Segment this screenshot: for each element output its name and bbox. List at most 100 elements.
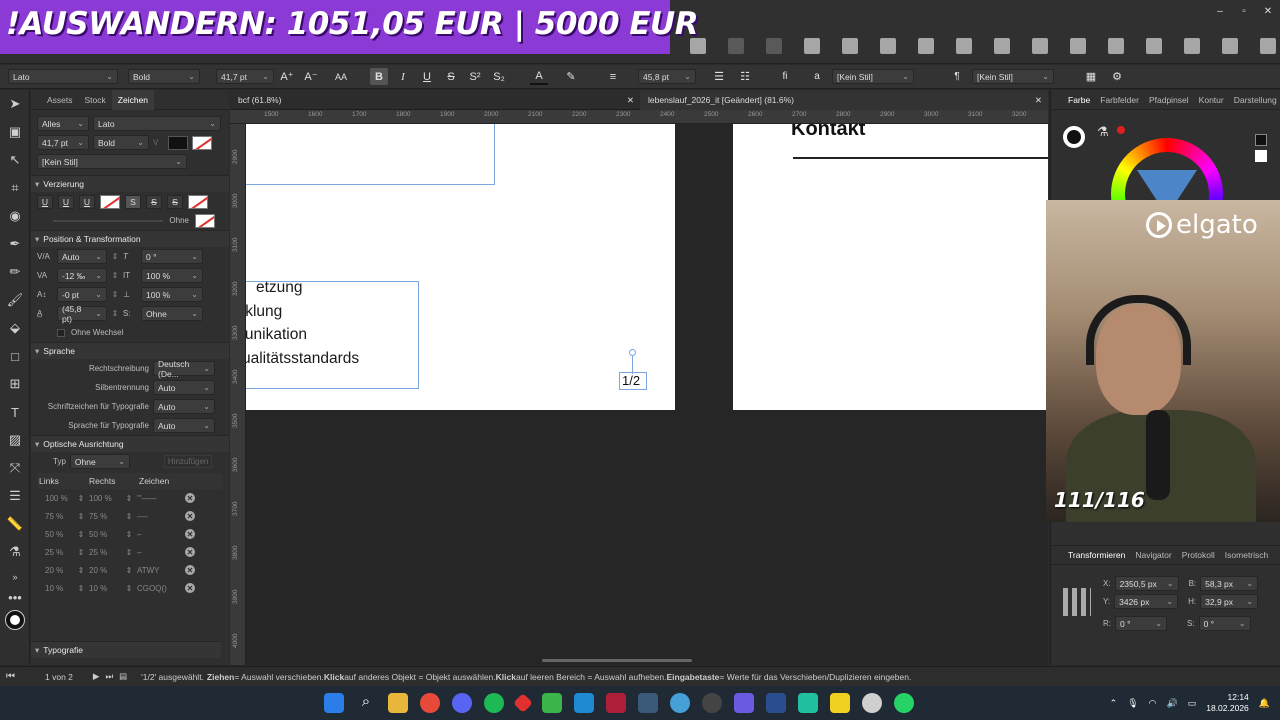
tab-stock[interactable]: Stock: [79, 95, 112, 105]
underline-color-swatch[interactable]: [100, 194, 120, 209]
battery-icon[interactable]: ▭: [1188, 698, 1197, 709]
eyedropper-icon[interactable]: ⚗: [1097, 124, 1109, 140]
pen-tool-icon[interactable]: ✒: [0, 230, 30, 258]
close-button[interactable]: ✕: [1256, 0, 1280, 22]
typo-lang-select[interactable]: Auto: [153, 418, 215, 433]
boolean-intersect-icon[interactable]: [1146, 38, 1162, 54]
artboard-tool-icon[interactable]: ▣: [0, 118, 30, 146]
typ-select[interactable]: Ohne: [69, 454, 130, 469]
order-front-icon[interactable]: [804, 38, 820, 54]
table-tool-icon[interactable]: ☰: [0, 482, 30, 510]
table-row[interactable]: 50 % ⇕ 50 % ⇕ – ✕: [31, 525, 229, 543]
thick-underline-toggle[interactable]: U: [79, 194, 95, 209]
transform-tool-icon[interactable]: ⤧: [0, 454, 30, 482]
rotation-field[interactable]: 0 °: [1115, 616, 1167, 631]
style-field[interactable]: Bold: [93, 135, 149, 150]
fill-tool-icon[interactable]: ⬙: [0, 314, 30, 342]
chatgpt-icon[interactable]: [862, 693, 882, 713]
view-tool-icon[interactable]: ◉: [0, 202, 30, 230]
tab-pfadpinsel[interactable]: Pfadpinsel: [1144, 95, 1194, 105]
font-style-select[interactable]: Bold: [128, 69, 200, 84]
tray-chevron-icon[interactable]: ⌃: [1110, 698, 1118, 709]
frame-text-tool-icon[interactable]: ⊞: [0, 370, 30, 398]
tab-isometrisch[interactable]: Isometrisch: [1220, 550, 1273, 560]
app-purple-icon[interactable]: [734, 693, 754, 713]
tab-protokoll[interactable]: Protokoll: [1177, 550, 1220, 560]
image-tool-icon[interactable]: ▨: [0, 426, 30, 454]
wifi-icon[interactable]: ◠: [1149, 698, 1157, 709]
maximize-button[interactable]: ▫: [1232, 0, 1256, 22]
double-underline-toggle[interactable]: U: [58, 194, 74, 209]
width-field[interactable]: 58,3 px: [1200, 576, 1259, 591]
remove-row-icon[interactable]: ✕: [185, 511, 195, 521]
snap-options-icon[interactable]: [994, 38, 1010, 54]
strike3-toggle[interactable]: S: [167, 194, 183, 209]
table-row[interactable]: 25 % ⇕ 25 % ⇕ – ✕: [31, 543, 229, 561]
section-optische[interactable]: Optische Ausrichtung: [31, 435, 229, 452]
tab-transformieren[interactable]: Transformieren: [1063, 550, 1130, 560]
align-left-icon[interactable]: ≡: [604, 68, 622, 85]
last-page-icon[interactable]: ⏭: [105, 671, 113, 682]
distribute-icon[interactable]: [728, 38, 744, 54]
char-style-field[interactable]: [Kein Stil]: [37, 154, 187, 169]
no-break-checkbox[interactable]: [57, 328, 65, 337]
start-icon[interactable]: [324, 693, 344, 713]
table-row[interactable]: 20 % ⇕ 20 % ⇕ ATWY ✕: [31, 561, 229, 579]
hyphenation-select[interactable]: Auto: [153, 380, 215, 395]
font-size-select[interactable]: 41,7 pt: [216, 69, 274, 84]
chrome-icon[interactable]: [420, 693, 440, 713]
app-bar-icon[interactable]: [766, 693, 786, 713]
line-slider[interactable]: [53, 219, 164, 222]
caps-field[interactable]: Ohne: [141, 306, 203, 321]
section-verzierung[interactable]: Verzierung: [31, 175, 229, 192]
boolean-xor-icon[interactable]: [1184, 38, 1200, 54]
italic-button[interactable]: I: [394, 68, 412, 85]
rotate-handle[interactable]: [629, 349, 636, 356]
tracking-field[interactable]: Auto: [57, 249, 107, 264]
text-fill-swatch[interactable]: [168, 135, 189, 150]
first-page-icon[interactable]: ⏮: [6, 671, 15, 682]
expand-tools-icon[interactable]: »: [0, 566, 30, 588]
underline-button[interactable]: U: [418, 68, 436, 85]
section-position[interactable]: Position & Transformation: [31, 230, 229, 247]
order-backward-icon[interactable]: [880, 38, 896, 54]
node-tool-icon[interactable]: ↖: [0, 146, 30, 174]
strikethrough-button[interactable]: S: [442, 68, 460, 85]
text-stroke-swatch[interactable]: [192, 135, 213, 150]
steam-icon[interactable]: [638, 693, 658, 713]
search-icon[interactable]: ⌕: [356, 693, 376, 713]
minimize-button[interactable]: –: [1208, 0, 1232, 22]
height-field[interactable]: 32,9 px: [1200, 594, 1259, 609]
tab-document-lebenslauf[interactable]: lebenslauf_2026_it [Geändert] (81.6%) ✕: [640, 90, 1048, 110]
next-page-icon[interactable]: ▶: [93, 671, 100, 682]
font-family-field[interactable]: Lato: [93, 116, 221, 131]
tab-kontur[interactable]: Kontur: [1194, 95, 1229, 105]
vscale-field[interactable]: 100 %: [141, 268, 203, 283]
page-left[interactable]: etzung icklung munikation ualitätsstanda…: [246, 124, 675, 410]
fill-stroke-icon[interactable]: [1063, 126, 1085, 148]
remove-row-icon[interactable]: ✕: [185, 547, 195, 557]
insert-target-icon[interactable]: [1032, 38, 1048, 54]
eyedropper-tool-icon[interactable]: ⚗: [0, 538, 30, 566]
baseline-field[interactable]: -0 pt: [57, 287, 107, 302]
section-sprache[interactable]: Sprache: [31, 342, 229, 359]
section-typografie[interactable]: Typografie: [31, 641, 221, 658]
char-style-select[interactable]: [Kein Stil]: [832, 69, 914, 84]
arrange-icon[interactable]: [766, 38, 782, 54]
bold-button[interactable]: B: [370, 68, 388, 85]
mic-tray-icon[interactable]: 🎙: [1127, 698, 1138, 709]
measure-tool-icon[interactable]: 📏: [0, 510, 30, 538]
black-swatch[interactable]: [1255, 134, 1267, 146]
remove-row-icon[interactable]: ✕: [185, 565, 195, 575]
scope-select[interactable]: Alles: [37, 116, 89, 131]
app-teal-icon[interactable]: [798, 693, 818, 713]
font-family-select[interactable]: Lato: [8, 69, 118, 84]
close-tab-icon[interactable]: ✕: [1035, 95, 1042, 106]
ligature-button[interactable]: fi: [776, 68, 794, 85]
grow-font-button[interactable]: A⁺: [278, 68, 296, 85]
volume-icon[interactable]: 🔊: [1167, 698, 1178, 709]
strike-toggle[interactable]: S: [125, 194, 141, 209]
strike-color-swatch[interactable]: [188, 194, 208, 209]
grid-icon[interactable]: ▦: [1082, 68, 1100, 85]
close-tab-icon[interactable]: ✕: [627, 95, 634, 106]
